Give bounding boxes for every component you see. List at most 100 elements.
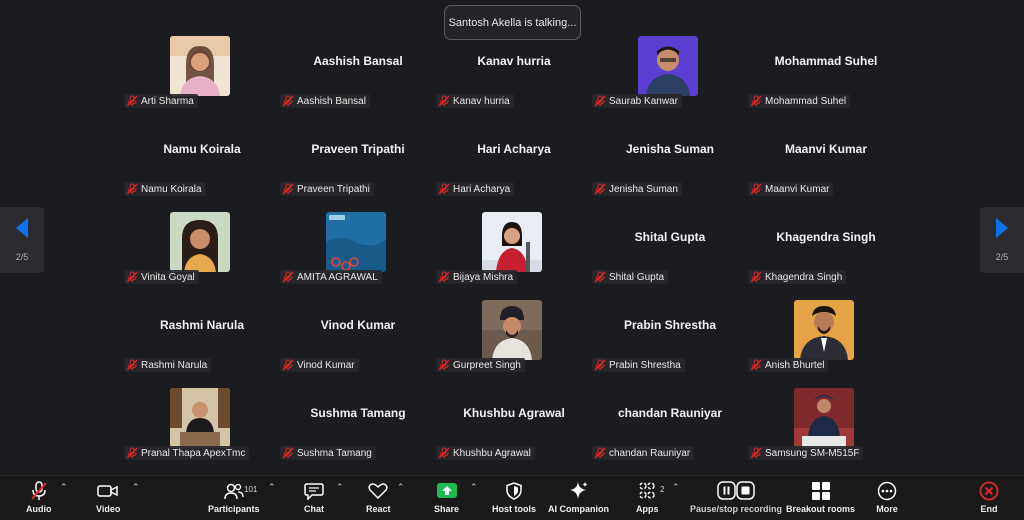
microphone-muted-icon <box>750 271 765 283</box>
chat-options-caret[interactable]: ⌃ <box>336 482 344 493</box>
participant-tile[interactable]: Khagendra Singh Khagendra Singh <box>748 210 904 290</box>
participant-tile[interactable]: Vinita Goyal <box>124 210 280 290</box>
microphone-muted-icon <box>438 183 453 195</box>
page-indicator-right: 2/5 <box>995 252 1009 262</box>
microphone-muted-icon <box>126 183 141 195</box>
participant-tile[interactable]: Jenisha Suman Jenisha Suman <box>592 122 748 202</box>
recording-controls-icon <box>716 481 756 501</box>
microphone-muted-icon <box>282 359 297 371</box>
video-camera-icon <box>97 481 119 501</box>
participant-video <box>170 212 230 272</box>
participants-options-caret[interactable]: ⌃ <box>268 482 276 493</box>
participant-tile[interactable]: chandan Rauniyar chandan Rauniyar <box>592 386 748 466</box>
microphone-muted-icon <box>438 95 453 107</box>
meeting-toolbar: Audio ⌃ Video ⌃ Participants 101 ⌃ Chat … <box>0 475 1024 520</box>
microphone-muted-icon <box>750 447 765 459</box>
end-meeting-button[interactable]: End <box>978 481 1000 519</box>
participant-name: Gurpreet Singh <box>453 359 521 371</box>
participant-tile[interactable]: Rashmi Narula Rashmi Narula <box>124 298 280 378</box>
participant-name: Rashmi Narula <box>141 359 208 371</box>
react-button[interactable]: React <box>366 481 391 519</box>
participant-tile[interactable]: AMITA AGRAWAL <box>280 210 436 290</box>
participant-name-tag: Aashish Bansal <box>280 94 370 108</box>
breakout-rooms-icon <box>810 481 832 501</box>
microphone-muted-icon <box>438 359 453 371</box>
audio-button[interactable]: Audio <box>26 481 52 519</box>
audio-options-caret[interactable]: ⌃ <box>60 482 68 493</box>
video-button[interactable]: Video <box>96 481 120 519</box>
participant-tile[interactable]: Vinod Kumar Vinod Kumar <box>280 298 436 378</box>
participant-tile[interactable]: Pranal Thapa ApexTmc <box>124 386 280 466</box>
participant-name-tag: AMITA AGRAWAL <box>280 270 382 284</box>
participant-video <box>638 36 698 96</box>
apps-options-caret[interactable]: ⌃ <box>672 482 680 493</box>
breakout-rooms-button[interactable]: Breakout rooms <box>786 481 855 519</box>
share-button[interactable]: Share <box>434 481 459 519</box>
participant-name-tag: Khushbu Agrawal <box>436 446 535 460</box>
more-dots-icon <box>876 481 898 501</box>
participant-display-name: Rashmi Narula <box>159 318 245 332</box>
react-label: React <box>366 504 391 514</box>
apps-button[interactable]: Apps <box>636 481 659 519</box>
chat-button[interactable]: Chat <box>303 481 325 519</box>
participant-name: Pranal Thapa ApexTmc <box>141 447 246 459</box>
ai-companion-label: AI Companion <box>548 504 609 514</box>
participant-tile[interactable]: Kanav hurria Kanav hurria <box>436 34 592 114</box>
participant-name: Saurab Kanwar <box>609 95 678 107</box>
participant-tile[interactable]: Praveen Tripathi Praveen Tripathi <box>280 122 436 202</box>
host-tools-button[interactable]: Host tools <box>492 481 536 519</box>
previous-page-button[interactable]: 2/5 <box>0 207 44 273</box>
participant-tile[interactable]: Maanvi Kumar Maanvi Kumar <box>748 122 904 202</box>
talking-indicator-text: Santosh Akella is talking... <box>448 16 577 29</box>
next-page-button[interactable]: 2/5 <box>980 207 1024 273</box>
participant-tile[interactable]: Saurab Kanwar <box>592 34 748 114</box>
ai-companion-button[interactable]: AI Companion <box>548 481 609 519</box>
participant-name: Vinod Kumar <box>297 359 355 371</box>
participant-name: Praveen Tripathi <box>297 183 370 195</box>
participant-display-name: Namu Koirala <box>163 142 241 156</box>
participant-display-name: Vinod Kumar <box>320 318 396 332</box>
participant-tile[interactable]: Hari Acharya Hari Acharya <box>436 122 592 202</box>
participant-name: Aashish Bansal <box>297 95 366 107</box>
participant-tile[interactable]: Mohammad Suhel Mohammad Suhel <box>748 34 904 114</box>
more-button[interactable]: More <box>876 481 898 519</box>
participant-tile[interactable]: Khushbu Agrawal Khushbu Agrawal <box>436 386 592 466</box>
microphone-muted-icon <box>438 271 453 283</box>
participant-name-tag: Khagendra Singh <box>748 270 847 284</box>
participant-display-name: Maanvi Kumar <box>784 142 868 156</box>
participant-display-name: Khagendra Singh <box>776 230 876 244</box>
participant-tile[interactable]: Prabin Shrestha Prabin Shrestha <box>592 298 748 378</box>
shield-icon <box>503 481 525 501</box>
participant-name: AMITA AGRAWAL <box>297 271 378 283</box>
participants-count: 101 <box>244 485 258 494</box>
participant-video <box>326 212 386 272</box>
participant-video <box>794 388 854 448</box>
participant-tile[interactable]: Anish Bhurtel <box>748 298 904 378</box>
participant-tile[interactable]: Shital Gupta Shital Gupta <box>592 210 748 290</box>
participant-video <box>794 300 854 360</box>
participant-tile[interactable]: Arti Sharma <box>124 34 280 114</box>
heart-icon <box>367 481 389 501</box>
microphone-muted-icon <box>594 183 609 195</box>
participant-tile[interactable]: Bijaya Mishra <box>436 210 592 290</box>
participant-name-tag: Hari Acharya <box>436 182 515 196</box>
participant-tile[interactable]: Namu Koirala Namu Koirala <box>124 122 280 202</box>
participant-name: Khagendra Singh <box>765 271 843 283</box>
participant-tile[interactable]: Aashish Bansal Aashish Bansal <box>280 34 436 114</box>
participant-name: Bijaya Mishra <box>453 271 514 283</box>
participant-tile[interactable]: Gurpreet Singh <box>436 298 592 378</box>
participant-display-name: Jenisha Suman <box>625 142 715 156</box>
participant-name: Maanvi Kumar <box>765 183 830 195</box>
chat-icon <box>303 481 325 501</box>
participant-name-tag: Maanvi Kumar <box>748 182 834 196</box>
participant-tile[interactable]: Sushma Tamang Sushma Tamang <box>280 386 436 466</box>
participant-name-tag: Jenisha Suman <box>592 182 682 196</box>
microphone-muted-icon <box>282 447 297 459</box>
pause-stop-recording-button[interactable]: Pause/stop recording <box>690 481 782 519</box>
share-options-caret[interactable]: ⌃ <box>470 482 478 493</box>
react-options-caret[interactable]: ⌃ <box>397 482 405 493</box>
participant-tile[interactable]: Samsung SM-M515F <box>748 386 904 466</box>
participant-name: Mohammad Suhel <box>765 95 847 107</box>
microphone-muted-icon <box>126 447 141 459</box>
video-options-caret[interactable]: ⌃ <box>132 482 140 493</box>
